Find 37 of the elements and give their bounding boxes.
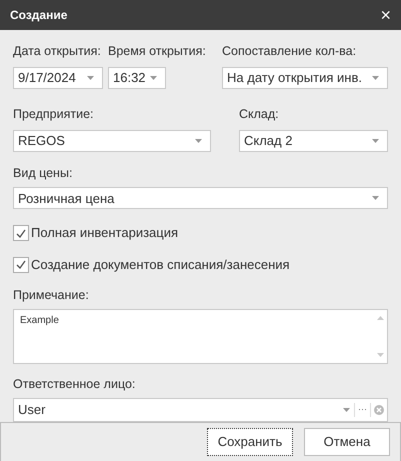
- dropdown-field[interactable]: На дату открытия инв.: [222, 66, 388, 89]
- field-label: Время открытия:: [108, 43, 207, 60]
- checkbox-label: Полная инвентаризация: [31, 224, 178, 242]
- field-label: Вид цены:: [13, 164, 74, 182]
- dropdown-caret-icon: [343, 408, 350, 412]
- dropdown-field[interactable]: 9/17/2024: [13, 66, 103, 89]
- field-label: Предприятие:: [13, 106, 95, 123]
- checkbox[interactable]: [13, 225, 29, 241]
- dropdown-caret-icon: [372, 138, 379, 142]
- dropdown-field[interactable]: REGOS: [13, 130, 211, 152]
- scroll-down-icon[interactable]: [376, 353, 384, 357]
- dropdown-caret-icon: [372, 76, 379, 80]
- checkmark-icon: [16, 228, 26, 238]
- close-button[interactable]: ×: [380, 6, 391, 24]
- field-label: Склад:: [239, 106, 280, 123]
- dropdown-caret-icon: [372, 196, 379, 200]
- dialog-button[interactable]: Отмена: [304, 428, 390, 456]
- dropdown-caret-icon: [87, 76, 94, 80]
- dropdown-field[interactable]: Розничная цена: [13, 187, 388, 210]
- window-title: Создание: [10, 7, 68, 24]
- checkbox[interactable]: [13, 256, 29, 272]
- scroll-up-icon[interactable]: [376, 316, 384, 320]
- dialog-button[interactable]: Сохранить: [207, 428, 293, 456]
- note-textarea[interactable]: Example: [13, 309, 388, 364]
- field-label: Примечание:: [13, 287, 90, 304]
- checkmark-icon: [16, 260, 26, 269]
- combo-field[interactable]: User ···: [13, 398, 388, 422]
- field-label: Сопоставление кол-ва:: [222, 43, 358, 60]
- clear-icon[interactable]: [374, 404, 384, 415]
- ellipsis-button[interactable]: ···: [354, 403, 371, 416]
- dropdown-caret-icon: [150, 76, 157, 80]
- dropdown-field[interactable]: Склад 2: [239, 130, 388, 152]
- dropdown-field[interactable]: 16:32: [108, 66, 166, 89]
- field-label: Ответственное лицо:: [13, 376, 136, 393]
- field-label: Дата открытия:: [13, 43, 102, 60]
- dropdown-caret-icon: [195, 138, 202, 142]
- checkbox-label: Создание документов списания/занесения: [31, 256, 290, 274]
